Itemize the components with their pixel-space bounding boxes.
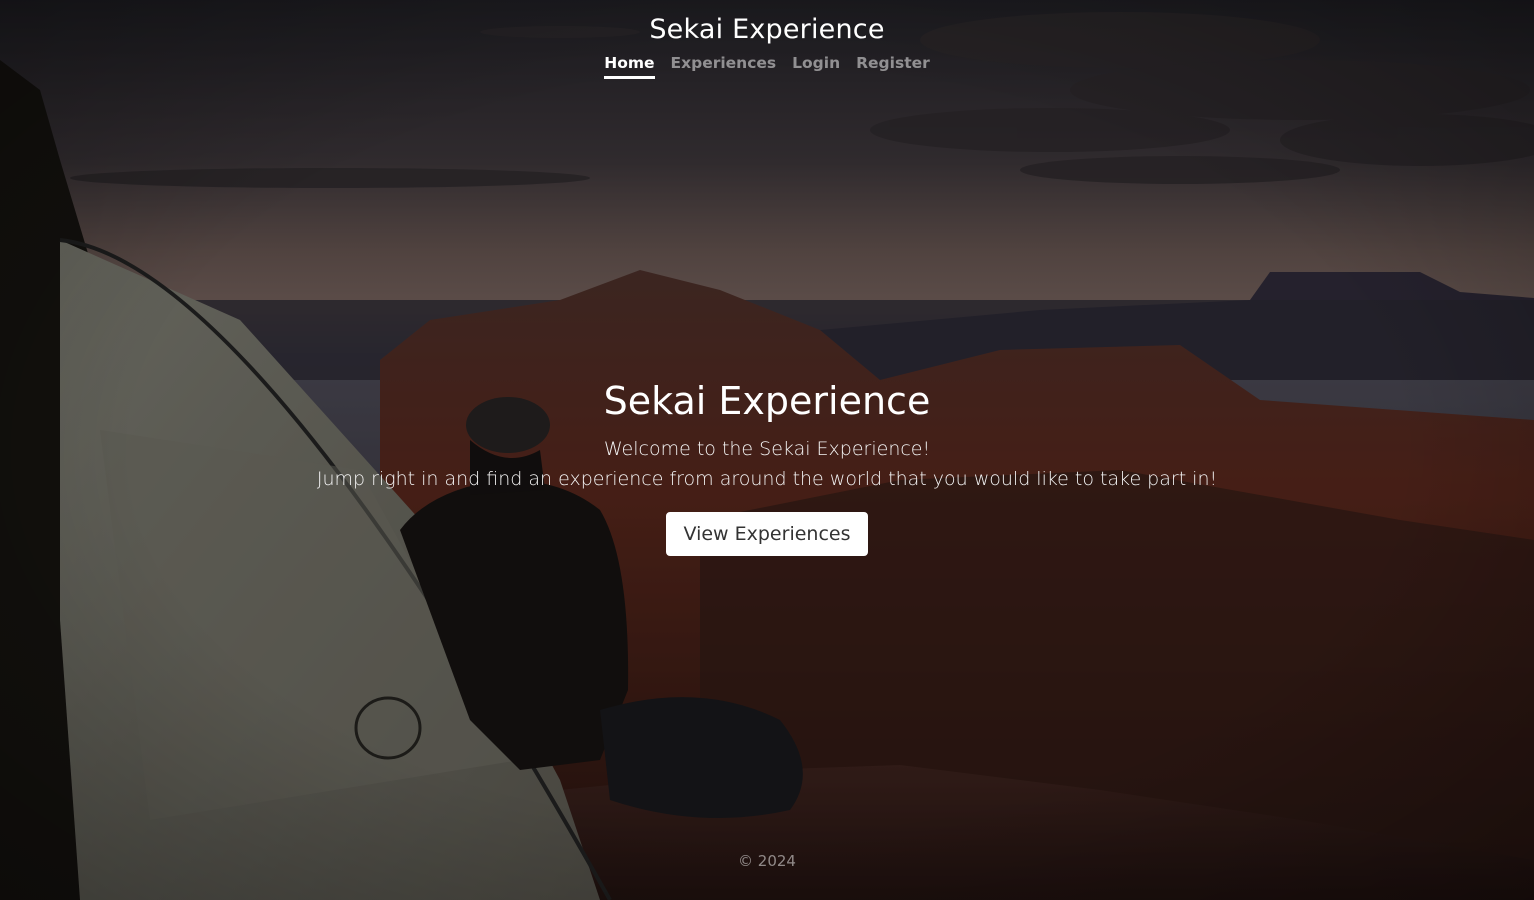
- nav-link-experiences[interactable]: Experiences: [671, 54, 777, 79]
- hero-title: Sekai Experience: [603, 379, 931, 423]
- hero-section: Sekai Experience Welcome to the Sekai Ex…: [0, 376, 1534, 556]
- brand-title: Sekai Experience: [649, 14, 885, 45]
- hero-description-text: Jump right in and find an experience fro…: [316, 468, 1218, 490]
- nav-link-register[interactable]: Register: [856, 54, 930, 79]
- copyright-text: © 2024: [738, 852, 796, 870]
- view-experiences-button[interactable]: View Experiences: [665, 512, 869, 556]
- site-footer: © 2024: [0, 852, 1534, 870]
- main-nav: Home Experiences Login Register: [0, 54, 1534, 79]
- hero-lead: Welcome to the Sekai Experience! Jump ri…: [0, 434, 1534, 494]
- nav-link-home[interactable]: Home: [604, 54, 655, 79]
- hero-welcome-text: Welcome to the Sekai Experience!: [603, 438, 931, 460]
- nav-link-login[interactable]: Login: [792, 54, 840, 79]
